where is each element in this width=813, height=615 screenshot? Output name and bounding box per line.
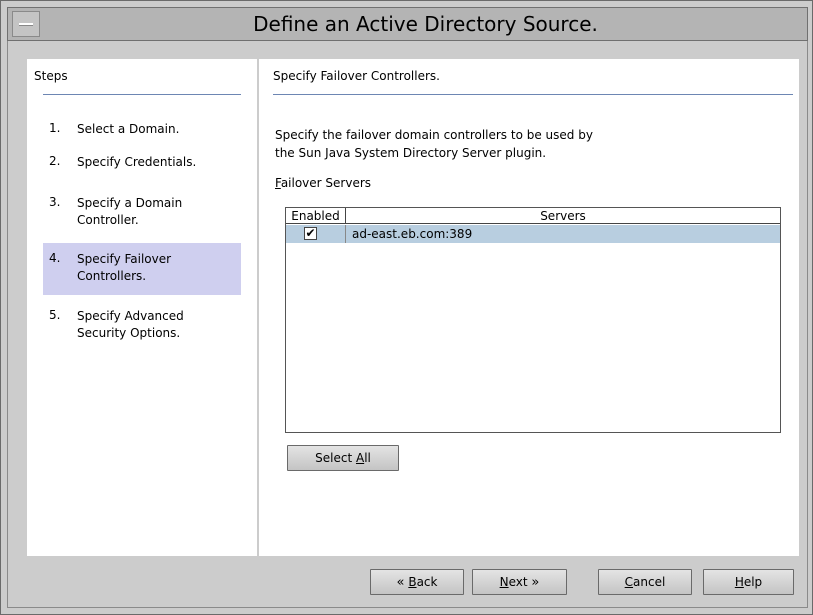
steps-divider bbox=[43, 94, 241, 95]
step-label: Specify Failover Controllers. bbox=[77, 252, 172, 283]
steps-panel: Steps 1. Select a Domain. 2. Specify Cre… bbox=[27, 59, 257, 556]
chevron-left-icon: « bbox=[396, 575, 405, 590]
section-divider bbox=[273, 94, 793, 95]
table-row[interactable]: ✔ ad-east.eb.com:389 bbox=[286, 225, 780, 243]
button-label: ext bbox=[508, 575, 528, 589]
title-bar: Define an Active Directory Source. bbox=[7, 7, 808, 41]
mnemonic: N bbox=[499, 575, 509, 589]
button-label: ll bbox=[364, 451, 371, 465]
mnemonic: H bbox=[734, 575, 744, 589]
step-label: Specify a Domain Controller. bbox=[77, 196, 183, 227]
button-label: ancel bbox=[633, 575, 666, 589]
back-button[interactable]: « Back bbox=[370, 569, 464, 595]
window-menu-button[interactable] bbox=[12, 11, 40, 37]
next-button[interactable]: Next » bbox=[472, 569, 567, 595]
step-number: 4. bbox=[49, 251, 61, 265]
step-specify-failover-controllers[interactable]: 4. Specify Failover Controllers. bbox=[43, 243, 241, 295]
mnemonic: C bbox=[624, 575, 634, 589]
step-number: 1. bbox=[49, 121, 61, 135]
label-text: ailover Servers bbox=[280, 176, 372, 190]
step-specify-advanced-security[interactable]: 5. Specify Advanced Security Options. bbox=[43, 300, 241, 352]
button-label: elp bbox=[743, 575, 763, 589]
wizard-window: Define an Active Directory Source. Steps… bbox=[0, 0, 813, 615]
cancel-button[interactable]: Cancel bbox=[598, 569, 692, 595]
steps-heading: Steps bbox=[34, 69, 68, 83]
step-specify-domain-controller[interactable]: 3. Specify a Domain Controller. bbox=[43, 187, 241, 239]
button-label: Select bbox=[315, 451, 356, 465]
description-line: Specify the failover domain controllers … bbox=[275, 128, 593, 142]
column-header-enabled[interactable]: Enabled bbox=[286, 208, 346, 224]
mnemonic: A bbox=[355, 451, 365, 465]
failover-servers-table[interactable]: Enabled Servers ✔ ad-east.eb.com:389 bbox=[285, 207, 781, 433]
section-title: Specify Failover Controllers. bbox=[273, 69, 440, 83]
content-panel: Specify Failover Controllers. Specify th… bbox=[259, 59, 799, 556]
select-all-button[interactable]: Select All bbox=[287, 445, 399, 471]
step-number: 5. bbox=[49, 308, 61, 322]
button-label: ack bbox=[416, 575, 438, 589]
enabled-checkbox[interactable]: ✔ bbox=[304, 227, 317, 240]
window-title: Define an Active Directory Source. bbox=[253, 12, 598, 36]
description-line: the Sun Java System Directory Server plu… bbox=[275, 146, 547, 160]
server-cell: ad-east.eb.com:389 bbox=[352, 227, 473, 241]
window-menu-icon bbox=[19, 23, 33, 26]
failover-servers-label: Failover Servers bbox=[275, 176, 371, 190]
step-number: 3. bbox=[49, 195, 61, 209]
checkmark-icon: ✔ bbox=[305, 226, 316, 240]
description: Specify the failover domain controllers … bbox=[275, 126, 675, 162]
step-number: 2. bbox=[49, 154, 61, 168]
column-header-servers[interactable]: Servers bbox=[346, 208, 780, 224]
mnemonic: B bbox=[408, 575, 417, 589]
step-label: Specify Advanced Security Options. bbox=[77, 309, 184, 340]
step-label: Select a Domain. bbox=[77, 122, 180, 136]
cell-divider bbox=[345, 225, 346, 243]
step-label: Specify Credentials. bbox=[77, 155, 197, 169]
help-button[interactable]: Help bbox=[703, 569, 794, 595]
chevron-right-icon: » bbox=[531, 575, 540, 590]
